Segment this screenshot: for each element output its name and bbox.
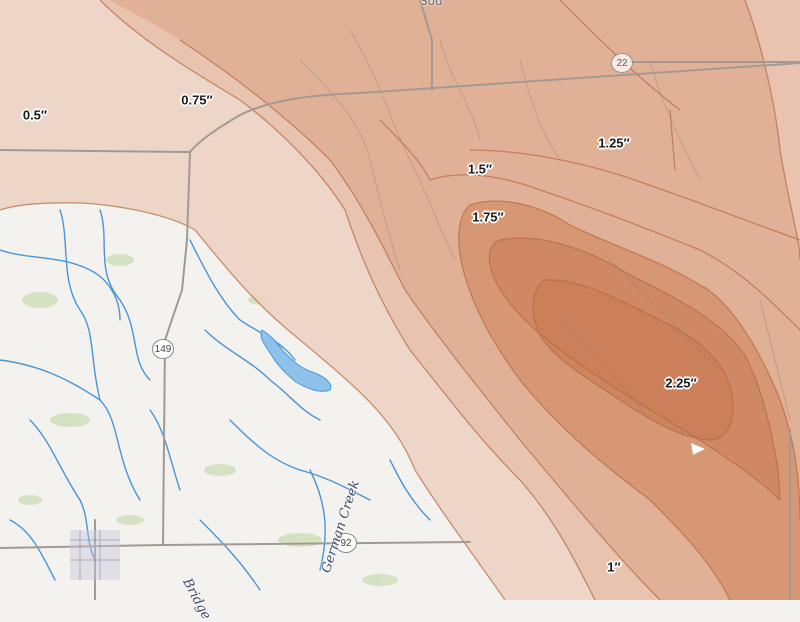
contour-label-2-25: 2.25″ bbox=[665, 375, 697, 391]
rainfall-map[interactable]: 0.5″ 0.75″ 1.25″ 1.5″ 1.75″ 2.25″ 1″ 22 … bbox=[0, 0, 800, 622]
route-shield-22: 22 bbox=[611, 53, 633, 73]
town-grid bbox=[70, 530, 120, 580]
contour-label-0-5: 0.5″ bbox=[22, 107, 48, 123]
map-canvas bbox=[0, 0, 800, 600]
contour-label-0-75: 0.75″ bbox=[181, 92, 213, 108]
town-label-partial: Sou bbox=[420, 0, 443, 8]
route-shield-149: 149 bbox=[152, 339, 174, 359]
contour-label-1-5: 1.5″ bbox=[467, 161, 493, 177]
contour-label-1: 1″ bbox=[607, 559, 621, 575]
contour-label-1-75: 1.75″ bbox=[472, 209, 504, 225]
contour-label-1-25: 1.25″ bbox=[598, 135, 630, 151]
